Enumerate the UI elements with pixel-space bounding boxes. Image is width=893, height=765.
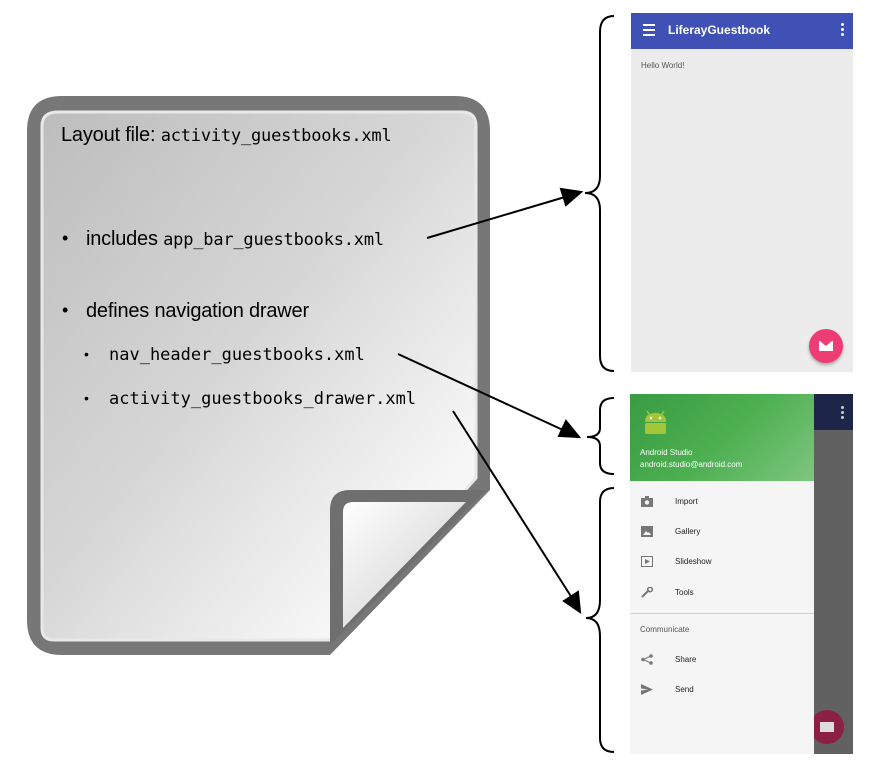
image-icon bbox=[641, 526, 653, 537]
sub-bullet-dot: • bbox=[84, 390, 89, 406]
header-name: Android Studio bbox=[640, 448, 693, 457]
arrow-app-bar-head bbox=[559, 187, 584, 207]
share-icon bbox=[641, 654, 653, 665]
wrench-icon bbox=[641, 587, 653, 598]
camera-icon bbox=[641, 496, 653, 507]
content-text: Hello World! bbox=[641, 61, 685, 70]
android-icon bbox=[645, 410, 666, 434]
menu-item-import[interactable]: Import bbox=[630, 487, 814, 517]
menu-label: Slideshow bbox=[675, 557, 712, 566]
defines-text: defines navigation drawer bbox=[86, 300, 309, 322]
sub1-text: nav_header_guestbooks.xml bbox=[109, 345, 365, 365]
menu-label: Send bbox=[675, 685, 694, 694]
email-icon bbox=[819, 341, 833, 351]
bullet-dot: • bbox=[62, 228, 69, 248]
header-email: android.studio@android.com bbox=[640, 460, 743, 469]
app-title: LiferayGuestbook bbox=[668, 23, 771, 37]
sub-bullet-dot: • bbox=[84, 346, 89, 362]
menu-item-gallery[interactable]: Gallery bbox=[630, 517, 814, 547]
bullet-dot: • bbox=[62, 300, 69, 320]
menu-item-tools[interactable]: Tools bbox=[630, 578, 814, 608]
more-vert-icon bbox=[841, 406, 844, 420]
fab-button[interactable] bbox=[809, 329, 843, 363]
dimmed-fab bbox=[810, 710, 844, 744]
menu-label: Import bbox=[675, 497, 698, 506]
brace-drawer bbox=[585, 487, 615, 753]
menu-label: Tools bbox=[675, 588, 694, 597]
includes-prefix: includes bbox=[86, 228, 164, 250]
arrow-nav-header-head bbox=[557, 419, 582, 439]
send-icon bbox=[641, 684, 653, 695]
menu-label: Share bbox=[675, 655, 697, 664]
brace-header bbox=[586, 397, 615, 475]
nav-header: Android Studio android.studio@android.co… bbox=[630, 394, 814, 481]
app-bar: LiferayGuestbook bbox=[631, 13, 853, 49]
sub2-text: activity_guestbooks_drawer.xml bbox=[109, 389, 417, 409]
menu-divider bbox=[630, 613, 814, 614]
menu-icon[interactable] bbox=[643, 24, 655, 38]
title-file: activity_guestbooks.xml bbox=[160, 126, 392, 146]
app-screen: LiferayGuestbook Hello World! bbox=[631, 13, 853, 372]
section-title: Communicate bbox=[640, 625, 690, 634]
arrow-drawer-menu-head bbox=[562, 590, 582, 615]
brace-app bbox=[584, 15, 615, 372]
menu-item-send[interactable]: Send bbox=[630, 675, 814, 705]
brace-group bbox=[584, 15, 615, 753]
menu-label: Gallery bbox=[675, 527, 701, 536]
email-icon bbox=[820, 722, 834, 732]
layout-file-title: Layout file: activity_guestbooks.xml bbox=[61, 124, 392, 147]
slideshow-icon bbox=[641, 556, 653, 567]
navigation-drawer: Android Studio android.studio@android.co… bbox=[630, 394, 814, 754]
menu-item-slideshow[interactable]: Slideshow bbox=[630, 547, 814, 577]
title-prefix: Layout file: bbox=[61, 124, 161, 146]
menu-item-share[interactable]: Share bbox=[630, 645, 814, 675]
includes-file: app_bar_guestbooks.xml bbox=[163, 230, 384, 250]
drawer-screen: Android Studio android.studio@android.co… bbox=[630, 394, 853, 754]
more-vert-icon[interactable] bbox=[841, 23, 844, 37]
